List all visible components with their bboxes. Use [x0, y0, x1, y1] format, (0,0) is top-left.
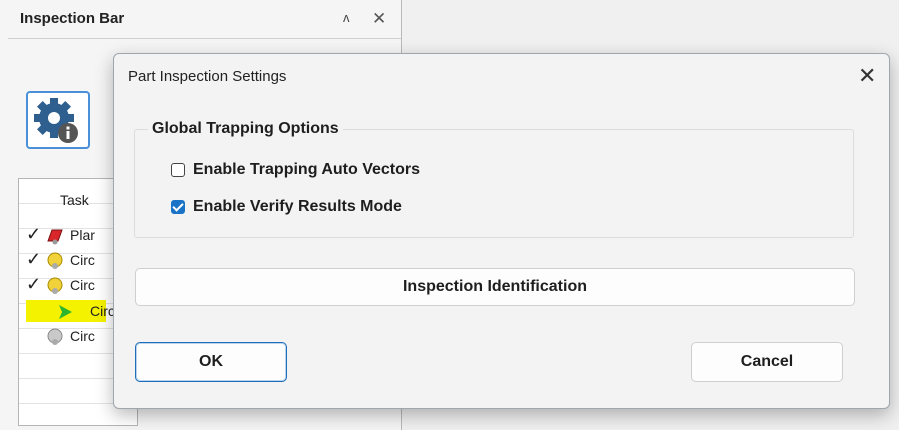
- circle-gray-icon: [47, 328, 63, 345]
- gear-info-icon: [34, 98, 78, 143]
- circle-icon: [47, 277, 63, 294]
- task-label: Circ: [70, 328, 95, 344]
- settings-button[interactable]: [26, 91, 90, 149]
- cancel-button[interactable]: Cancel: [691, 342, 843, 382]
- plane-icon: [47, 229, 63, 245]
- task-label: Circ: [70, 277, 95, 293]
- close-icon[interactable]: ✕: [372, 9, 386, 29]
- ok-button[interactable]: OK: [135, 342, 287, 382]
- task-label: Plar: [70, 227, 95, 243]
- checkmark-icon: ✓: [26, 224, 42, 244]
- panel-divider: [8, 38, 401, 39]
- arrow-icon: [59, 305, 72, 319]
- enable-trapping-auto-vectors-checkbox[interactable]: Enable Trapping Auto Vectors: [171, 158, 420, 182]
- global-trapping-group: [134, 129, 854, 238]
- task-label: Circ: [70, 252, 95, 268]
- task-column-header: Task: [60, 192, 89, 208]
- checkbox-icon[interactable]: [171, 163, 185, 177]
- close-icon[interactable]: ✕: [858, 63, 876, 89]
- checkbox-label: Enable Trapping Auto Vectors: [193, 161, 420, 178]
- panel-title: Inspection Bar: [20, 10, 125, 27]
- inspection-identification-button[interactable]: Inspection Identification: [135, 268, 855, 306]
- pin-icon[interactable]: ᴧ: [343, 10, 350, 25]
- part-inspection-settings-dialog: Part Inspection Settings ✕ Global Trappi…: [113, 53, 890, 409]
- checkmark-icon: ✓: [26, 274, 42, 294]
- checkbox-label: Enable Verify Results Mode: [193, 198, 402, 215]
- task-label: Circ: [90, 303, 115, 319]
- group-label: Global Trapping Options: [148, 120, 343, 138]
- checkbox-checked-icon[interactable]: [171, 200, 185, 214]
- enable-verify-results-mode-checkbox[interactable]: Enable Verify Results Mode: [171, 195, 402, 219]
- checkmark-icon: ✓: [26, 249, 42, 269]
- dialog-title: Part Inspection Settings: [128, 68, 287, 85]
- circle-icon: [47, 252, 63, 269]
